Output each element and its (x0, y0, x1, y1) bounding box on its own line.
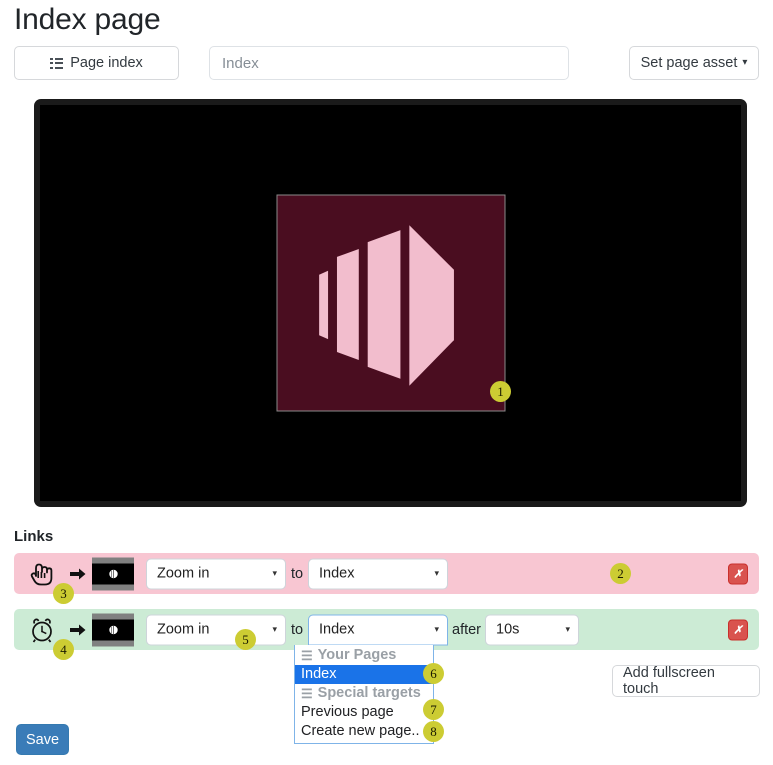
hand-pointer-icon (27, 559, 57, 589)
annotation-marker-3: 3 (53, 583, 74, 604)
action-select-timer-value: Zoom in (157, 621, 210, 638)
page-asset-preview[interactable] (276, 194, 505, 412)
dropdown-item-index[interactable]: Index (295, 665, 433, 684)
dropdown-group-special-targets-label: Special targets (317, 685, 421, 701)
asset-thumb-glyph-icon (108, 625, 118, 634)
dropdown-item-create-new-page-label: Create new page.. (301, 723, 420, 739)
delete-link-button-touch[interactable]: ✗ (728, 563, 748, 584)
annotation-marker-1: 1 (490, 381, 511, 402)
page-editor-root: Index page Page index Set page asset ▾ (0, 0, 773, 765)
delay-select[interactable]: 10s ▾ (485, 614, 579, 645)
add-fullscreen-touch-button[interactable]: Add fullscreen touch (612, 665, 760, 697)
annotation-marker-7: 7 (423, 699, 444, 720)
target-dropdown-list[interactable]: ☰ Your Pages Index ☰ Special targets Pre… (294, 645, 434, 744)
chevron-down-icon: ▾ (272, 568, 277, 578)
add-fullscreen-touch-label: Add fullscreen touch (623, 665, 715, 697)
preview-stage[interactable] (34, 99, 747, 507)
dropdown-item-create-new-page[interactable]: Create new page.. (295, 722, 433, 741)
page-thumbnail-inner (92, 619, 134, 640)
action-select-touch[interactable]: Zoom in ▾ (146, 558, 286, 589)
arrow-right-icon (70, 623, 86, 637)
to-label-timer: to (291, 621, 304, 638)
page-index-label: Page index (70, 55, 143, 71)
dropdown-group-your-pages: ☰ Your Pages (295, 646, 433, 665)
hamburger-icon: ☰ (301, 648, 313, 663)
page-title-input[interactable] (209, 46, 569, 80)
toolbar: Page index Set page asset ▾ (14, 46, 759, 80)
asset-logo-icon (318, 225, 454, 386)
annotation-marker-2: 2 (610, 563, 631, 584)
annotation-marker-5: 5 (235, 629, 256, 650)
annotation-marker-4: 4 (53, 639, 74, 660)
close-icon: ✗ (733, 624, 743, 636)
chevron-down-icon: ▾ (565, 624, 570, 634)
dropdown-item-previous-page-label: Previous page (301, 704, 394, 720)
action-select-timer[interactable]: Zoom in ▾ (146, 614, 286, 645)
chevron-down-icon: ▾ (742, 57, 748, 68)
save-button[interactable]: Save (16, 724, 69, 755)
chevron-down-icon: ▾ (434, 624, 439, 634)
link-row-touch[interactable]: Zoom in ▾ to Index ▾ ✗ (14, 553, 759, 594)
set-page-asset-label: Set page asset (640, 55, 738, 71)
action-select-touch-value: Zoom in (157, 565, 210, 582)
target-select-touch[interactable]: Index ▾ (308, 558, 448, 589)
chevron-down-icon: ▾ (272, 624, 277, 634)
link-row-timer[interactable]: Zoom in ▾ to Index ▾ after 10s ▾ ✗ (14, 609, 759, 650)
set-page-asset-button[interactable]: Set page asset ▾ (629, 46, 759, 80)
save-button-label: Save (25, 731, 60, 748)
alarm-clock-icon (27, 615, 57, 645)
target-select-timer-value: Index (319, 621, 355, 638)
delay-select-value: 10s (496, 621, 520, 638)
after-label: after (452, 621, 482, 638)
list-icon (50, 57, 64, 69)
arrow-right-icon (70, 567, 86, 581)
dropdown-item-previous-page[interactable]: Previous page (295, 703, 433, 722)
page-title: Index page (14, 3, 161, 36)
to-label-touch: to (291, 565, 304, 582)
close-icon: ✗ (733, 568, 743, 580)
page-thumbnail[interactable] (92, 557, 134, 590)
target-select-touch-value: Index (319, 565, 355, 582)
page-thumbnail[interactable] (92, 613, 134, 646)
annotation-marker-6: 6 (423, 663, 444, 684)
page-thumbnail-inner (92, 563, 134, 584)
dropdown-item-index-label: Index (301, 666, 337, 682)
hamburger-icon: ☰ (301, 686, 313, 701)
target-select-timer[interactable]: Index ▾ (308, 614, 448, 645)
annotation-marker-8: 8 (423, 721, 444, 742)
chevron-down-icon: ▾ (434, 568, 439, 578)
delete-link-button-timer[interactable]: ✗ (728, 619, 748, 640)
dropdown-group-special-targets: ☰ Special targets (295, 684, 433, 703)
page-index-button[interactable]: Page index (14, 46, 179, 80)
links-heading: Links (14, 528, 54, 545)
preview-canvas (40, 105, 741, 501)
asset-thumb-glyph-icon (108, 569, 118, 578)
dropdown-group-your-pages-label: Your Pages (317, 647, 397, 663)
